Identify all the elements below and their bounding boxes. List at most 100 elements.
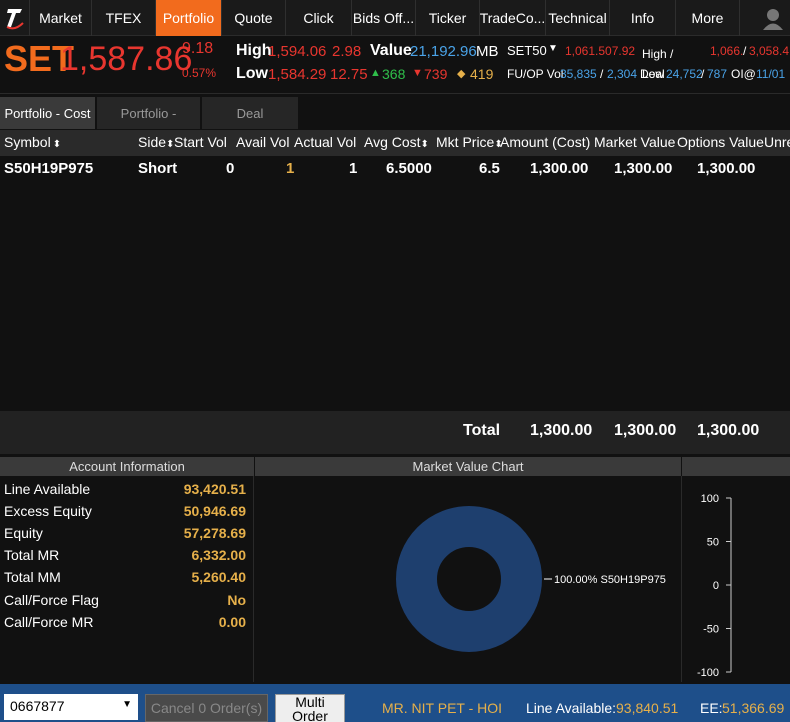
ee-value: 51,366.69 bbox=[722, 700, 785, 716]
hl-value-b: 3,058.4 bbox=[749, 44, 790, 58]
fuop-deal-label: Deal bbox=[640, 67, 665, 81]
tab-market[interactable]: Market bbox=[30, 0, 92, 36]
up-count: 368 bbox=[382, 66, 406, 82]
tab-click[interactable]: Click bbox=[286, 0, 352, 36]
user-avatar-icon[interactable] bbox=[760, 5, 786, 31]
col-avg-cost[interactable]: Avg Cost⬍ bbox=[364, 134, 429, 150]
sort-icon: ⬍ bbox=[52, 139, 62, 150]
value-amount: 21,192.96 bbox=[410, 43, 477, 60]
subtab-deal[interactable]: Deal bbox=[202, 97, 298, 129]
col-side[interactable]: Side⬍ bbox=[138, 134, 174, 150]
portfolio-table-body: S50H19P975 Short 0 1 1 6.5000 6.5 1,300.… bbox=[0, 156, 790, 411]
tab-portfolio[interactable]: Portfolio bbox=[156, 0, 222, 36]
line-available-label: Line Available: bbox=[526, 700, 617, 716]
portfolio-table-header: Symbol ⬍ Side⬍ Start Vol Avail Vol Actual… bbox=[0, 130, 790, 156]
multi-order-button[interactable]: Multi Order bbox=[275, 694, 345, 722]
unchanged-icon: ◆ bbox=[457, 68, 466, 80]
col-symbol[interactable]: Symbol ⬍ bbox=[4, 134, 61, 150]
account-info-panel: Line Available 93,420.51 Excess Equity 50,… bbox=[0, 476, 254, 682]
y-tick-label: 0 bbox=[713, 580, 719, 592]
tab-tfex[interactable]: TFEX bbox=[92, 0, 156, 36]
chevron-down-icon: ▼ bbox=[122, 699, 132, 710]
tab-tradeco[interactable]: TradeCo... bbox=[480, 0, 546, 36]
high-value: 1,594.06 bbox=[268, 43, 327, 60]
high-label: High bbox=[236, 42, 272, 59]
fuop-a: 35,835 bbox=[560, 67, 597, 81]
main-nav: Market TFEX Portfolio Quote Click Bids O… bbox=[0, 0, 790, 36]
value-label: Value bbox=[370, 42, 412, 59]
low-value: 1,584.29 bbox=[268, 66, 327, 83]
pie-label: 100.00% S50H19P975 bbox=[554, 574, 666, 586]
account-row: Total MR 6,332.00 bbox=[4, 547, 246, 563]
index-change: 9.18 bbox=[182, 40, 214, 57]
total-options-value: 1,300.00 bbox=[697, 422, 760, 439]
cancel-orders-button[interactable]: Cancel 0 Order(s) bbox=[145, 694, 268, 722]
bar-chart-title bbox=[682, 457, 790, 476]
down-arrow-icon: ▼ bbox=[412, 67, 423, 79]
col-options-value[interactable]: Options Value bbox=[677, 134, 764, 150]
cell-avg-cost: 6.5000 bbox=[386, 160, 432, 177]
account-select[interactable]: 0667877 ▼ bbox=[4, 694, 138, 720]
account-row: Total MM 5,260.40 bbox=[4, 569, 246, 585]
set50-label[interactable]: SET50 bbox=[507, 43, 547, 58]
account-row: Line Available 93,420.51 bbox=[4, 481, 246, 497]
tab-quote[interactable]: Quote bbox=[222, 0, 286, 36]
account-row: Equity 57,278.69 bbox=[4, 525, 246, 541]
fuop-label: FU/OP Vol bbox=[507, 67, 564, 81]
subtab-portfolio-2[interactable]: Portfolio - bbox=[97, 97, 200, 129]
chart-area: 100.00% S50H19P975 100 50 0 -50 -100 bbox=[255, 476, 790, 682]
col-mkt-price[interactable]: Mkt Price⬍ bbox=[436, 134, 503, 150]
account-row: Excess Equity 50,946.69 bbox=[4, 503, 246, 519]
fuop-sep-1: / bbox=[600, 67, 604, 81]
user-name: MR. NIT PET - HOI bbox=[382, 700, 503, 716]
fuop-sep-2: / bbox=[701, 67, 705, 81]
col-actual-vol[interactable]: Actual Vol bbox=[294, 134, 356, 150]
user-area bbox=[740, 0, 790, 35]
low-label: Low bbox=[236, 65, 268, 82]
tab-bids-offers[interactable]: Bids Off... bbox=[352, 0, 416, 36]
col-start-vol[interactable]: Start Vol bbox=[174, 134, 227, 150]
value-unit: MB bbox=[476, 43, 499, 60]
pie-slice[interactable] bbox=[396, 506, 542, 652]
footer-bar: 0667877 ▼ Cancel 0 Order(s) Multi Order … bbox=[0, 684, 790, 722]
total-label: Total bbox=[463, 422, 501, 439]
index-value: 1,587.86 bbox=[60, 40, 193, 78]
portfolio-total-row: Total 1,300.00 1,300.00 1,300.00 bbox=[0, 411, 790, 454]
account-info-title: Account Information bbox=[0, 457, 254, 476]
hl-value-a: 1,066. bbox=[710, 44, 744, 58]
unchanged-count: 419 bbox=[470, 66, 494, 82]
cell-avail-vol: 1 bbox=[286, 160, 295, 177]
total-amount: 1,300.00 bbox=[530, 422, 593, 439]
set50-dropdown-icon[interactable]: ▼ bbox=[548, 43, 558, 54]
sort-icon: ⬍ bbox=[420, 139, 429, 150]
set50-value: 1,061.507.92 bbox=[565, 44, 636, 58]
hl-separator: / bbox=[743, 44, 747, 58]
portfolio-subtabs: Portfolio - Cost Portfolio - Deal bbox=[0, 97, 300, 129]
app-window: Market TFEX Portfolio Quote Click Bids O… bbox=[0, 0, 790, 722]
fuop-d: 24,752 bbox=[666, 67, 703, 81]
cell-start-vol: 0 bbox=[226, 160, 235, 177]
table-row[interactable]: S50H19P975 Short 0 1 1 6.5000 6.5 1,300.… bbox=[0, 156, 790, 182]
y-tick-label: -50 bbox=[703, 624, 719, 636]
line-available-value: 93,840.51 bbox=[616, 700, 679, 716]
cell-mkt-price: 6.5 bbox=[479, 160, 500, 177]
tab-technical[interactable]: Technical bbox=[546, 0, 610, 36]
oi-label: OI@ bbox=[731, 67, 756, 81]
col-avail-vol[interactable]: Avail Vol bbox=[236, 134, 289, 150]
col-market-value[interactable]: Market Value bbox=[594, 134, 675, 150]
market-value-chart-title: Market Value Chart bbox=[255, 457, 681, 476]
tab-ticker[interactable]: Ticker bbox=[416, 0, 480, 36]
cell-amount: 1,300.00 bbox=[530, 160, 589, 177]
tab-info[interactable]: Info bbox=[610, 0, 676, 36]
account-row: Call/Force Flag No bbox=[4, 592, 246, 608]
col-unrealized[interactable]: Unrea bbox=[764, 134, 790, 150]
cell-symbol: S50H19P975 bbox=[4, 160, 94, 177]
subtab-portfolio-cost[interactable]: Portfolio - Cost bbox=[0, 97, 95, 129]
down-count: 739 bbox=[424, 66, 448, 82]
y-tick-label: -100 bbox=[697, 667, 719, 679]
tab-more[interactable]: More bbox=[676, 0, 740, 36]
cell-actual-vol: 1 bbox=[349, 160, 358, 177]
col-amount-cost[interactable]: Amount (Cost) bbox=[500, 134, 590, 150]
total-market-value: 1,300.00 bbox=[614, 422, 677, 439]
app-logo-icon[interactable] bbox=[0, 0, 30, 36]
